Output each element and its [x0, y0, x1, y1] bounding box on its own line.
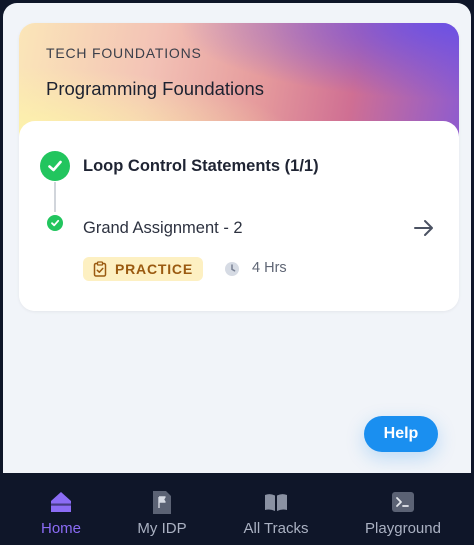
help-button[interactable]: Help: [364, 416, 438, 452]
nav-label-home: Home: [40, 520, 81, 537]
nav-item-home[interactable]: Home: [21, 473, 101, 545]
course-title: Programming Foundations: [46, 78, 264, 99]
nav-item-all-tracks[interactable]: All Tracks: [236, 473, 316, 545]
check-circle-icon: [40, 151, 70, 181]
duration-text: 4 Hrs: [252, 260, 287, 276]
check-circle-icon: [47, 215, 63, 231]
nav-label-my-idp: My IDP: [137, 520, 187, 537]
practice-label: PRACTICE: [115, 261, 193, 277]
arrow-right-icon[interactable]: [411, 217, 437, 239]
terminal-icon: [392, 492, 414, 512]
open-book-icon: [265, 494, 287, 511]
clock-icon: [225, 262, 239, 276]
home-icon: [51, 492, 71, 512]
practice-badge: PRACTICE: [83, 257, 203, 281]
nav-item-playground[interactable]: Playground: [363, 473, 443, 545]
flag-document-icon: [153, 491, 171, 514]
course-card-body: Loop Control Statements (1/1) Grand Assi…: [19, 121, 459, 311]
clipboard-check-icon: [93, 261, 107, 277]
nav-label-playground: Playground: [365, 520, 441, 537]
module-title[interactable]: Loop Control Statements (1/1): [83, 157, 319, 176]
timeline-connector: [54, 182, 56, 212]
nav-label-all-tracks: All Tracks: [243, 520, 309, 537]
track-eyebrow: TECH FOUNDATIONS: [46, 45, 202, 61]
bottom-nav: Home My IDP All Tracks Playground: [0, 473, 474, 545]
nav-item-my-idp[interactable]: My IDP: [122, 473, 202, 545]
screen: TECH FOUNDATIONS Programming Foundations…: [3, 3, 471, 473]
course-card: TECH FOUNDATIONS Programming Foundations…: [19, 23, 459, 311]
assignment-title[interactable]: Grand Assignment - 2: [83, 219, 243, 238]
